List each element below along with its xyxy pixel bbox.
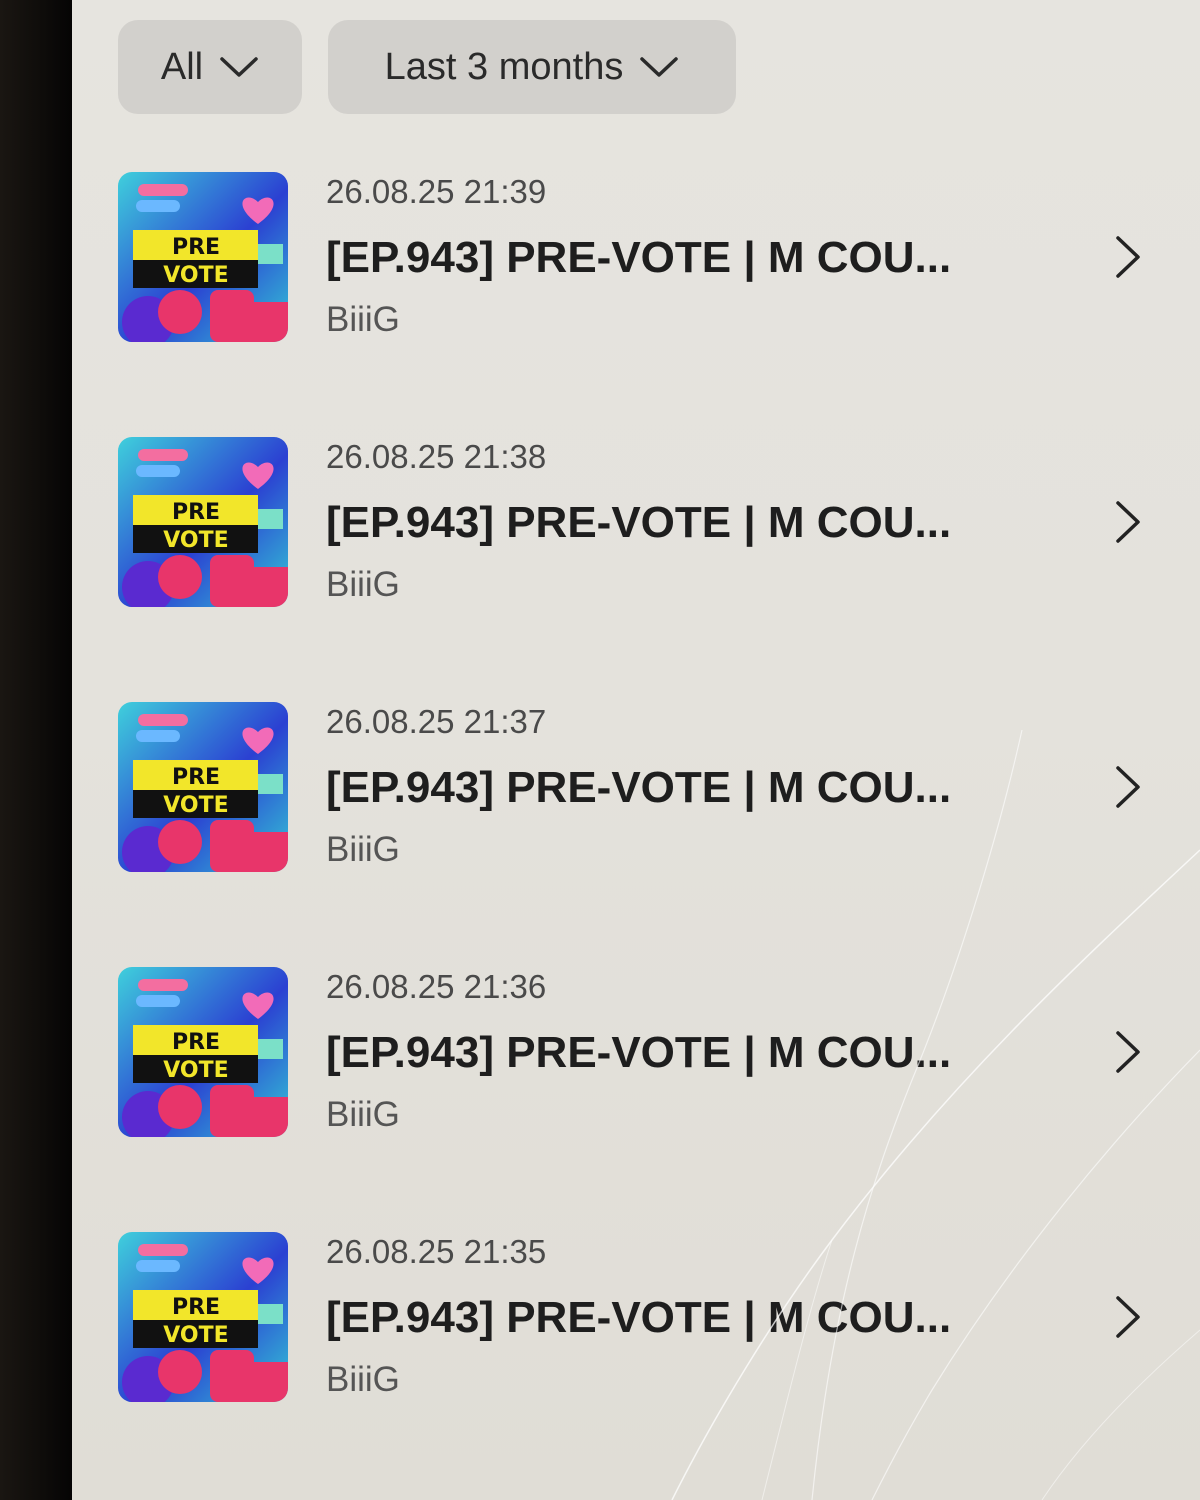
item-author: BiiiG	[326, 1360, 400, 1399]
list-item[interactable]: PRE VOTE 26.08.25 21:37 [EP.943] PRE-VOT…	[118, 700, 1148, 965]
thumbnail-line2: VOTE	[163, 793, 228, 818]
device-bezel	[0, 0, 72, 1500]
type-filter-label: All	[160, 45, 204, 88]
item-meta: 26.08.25 21:36 [EP.943] PRE-VOTE | M COU…	[326, 965, 1026, 1139]
item-date: 26.08.25 21:39	[326, 173, 547, 210]
item-date: 26.08.25 21:36	[326, 968, 547, 1005]
pre-vote-thumbnail: PRE VOTE	[118, 1232, 288, 1402]
chevron-right-icon	[1116, 236, 1140, 278]
item-meta: 26.08.25 21:35 [EP.943] PRE-VOTE | M COU…	[326, 1230, 1026, 1404]
chevron-right-icon	[1116, 1031, 1140, 1073]
history-screen: All Last 3 months PRE VOTE 26.08.25 21:3…	[72, 0, 1200, 1500]
pre-vote-thumbnail: PRE VOTE	[118, 437, 288, 607]
thumbnail-line2: VOTE	[163, 1058, 228, 1083]
thumbnail-line2: VOTE	[163, 1323, 228, 1348]
item-title: [EP.943] PRE-VOTE | M COU...	[326, 763, 952, 812]
chevron-right-icon	[1116, 766, 1140, 808]
item-title: [EP.943] PRE-VOTE | M COU...	[326, 1293, 952, 1342]
list-item[interactable]: PRE VOTE 26.08.25 21:38 [EP.943] PRE-VOT…	[118, 435, 1148, 700]
item-title: [EP.943] PRE-VOTE | M COU...	[326, 498, 952, 547]
list-item[interactable]: PRE VOTE 26.08.25 21:39 [EP.943] PRE-VOT…	[118, 170, 1148, 435]
pre-vote-thumbnail: PRE VOTE	[118, 172, 288, 342]
pre-vote-thumbnail: PRE VOTE	[118, 702, 288, 872]
item-author: BiiiG	[326, 565, 400, 604]
item-author: BiiiG	[326, 830, 400, 869]
chevron-right-icon	[1116, 501, 1140, 543]
chevron-right-icon	[1116, 1296, 1140, 1338]
item-title: [EP.943] PRE-VOTE | M COU...	[326, 1028, 952, 1077]
item-date: 26.08.25 21:37	[326, 703, 547, 740]
thumbnail-line1: PRE	[172, 1030, 220, 1055]
item-date: 26.08.25 21:35	[326, 1233, 547, 1270]
thumbnail-line2: VOTE	[163, 528, 228, 553]
item-author: BiiiG	[326, 1095, 400, 1134]
vote-history-list: PRE VOTE 26.08.25 21:39 [EP.943] PRE-VOT…	[118, 170, 1148, 1495]
item-author: BiiiG	[326, 300, 400, 339]
thumbnail-line1: PRE	[172, 1295, 220, 1320]
list-item[interactable]: PRE VOTE 26.08.25 21:36 [EP.943] PRE-VOT…	[118, 965, 1148, 1230]
period-filter-label: Last 3 months	[384, 45, 624, 88]
item-meta: 26.08.25 21:39 [EP.943] PRE-VOTE | M COU…	[326, 170, 1026, 344]
item-meta: 26.08.25 21:38 [EP.943] PRE-VOTE | M COU…	[326, 435, 1026, 609]
thumbnail-line1: PRE	[172, 500, 220, 525]
thumbnail-line1: PRE	[172, 235, 220, 260]
item-date: 26.08.25 21:38	[326, 438, 547, 475]
type-filter-dropdown[interactable]: All	[118, 20, 302, 114]
chevron-down-icon	[220, 57, 258, 77]
item-meta: 26.08.25 21:37 [EP.943] PRE-VOTE | M COU…	[326, 700, 1026, 874]
thumbnail-line1: PRE	[172, 765, 220, 790]
chevron-down-icon	[640, 57, 679, 77]
thumbnail-line2: VOTE	[163, 263, 228, 288]
pre-vote-thumbnail: PRE VOTE	[118, 967, 288, 1137]
item-title: [EP.943] PRE-VOTE | M COU...	[326, 233, 952, 282]
filter-bar: All Last 3 months	[118, 20, 736, 114]
list-item[interactable]: PRE VOTE 26.08.25 21:35 [EP.943] PRE-VOT…	[118, 1230, 1148, 1495]
period-filter-dropdown[interactable]: Last 3 months	[328, 20, 736, 114]
